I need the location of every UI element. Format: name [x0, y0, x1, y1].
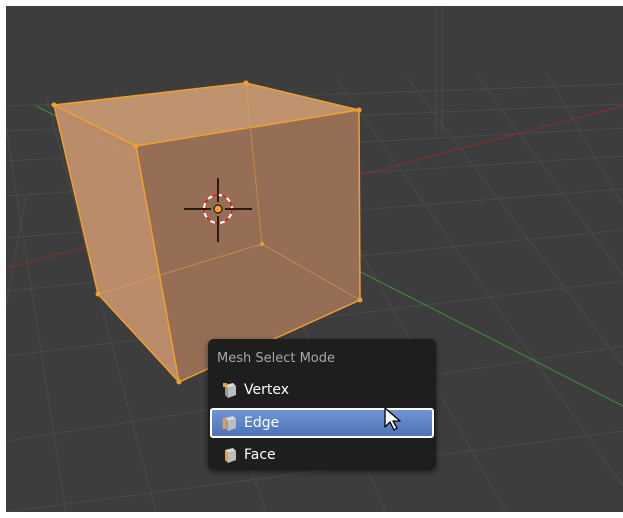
- menu-item-label: Face: [244, 447, 276, 463]
- mesh-select-mode-menu: Mesh Select Mode Vertex Edge Face: [208, 339, 436, 470]
- menu-item-vertex[interactable]: Vertex: [210, 375, 434, 405]
- vertex-select-icon: [223, 383, 236, 398]
- 3d-viewport[interactable]: Mesh Select Mode Vertex Edge Face: [6, 6, 623, 512]
- mouse-pointer-icon: [384, 407, 401, 431]
- menu-item-face[interactable]: Face: [210, 440, 434, 470]
- menu-title: Mesh Select Mode: [217, 351, 336, 366]
- menu-item-label: Edge: [244, 415, 280, 431]
- face-select-icon: [225, 448, 236, 463]
- edge-select-icon: [222, 416, 236, 431]
- menu-item-label: Vertex: [244, 382, 290, 398]
